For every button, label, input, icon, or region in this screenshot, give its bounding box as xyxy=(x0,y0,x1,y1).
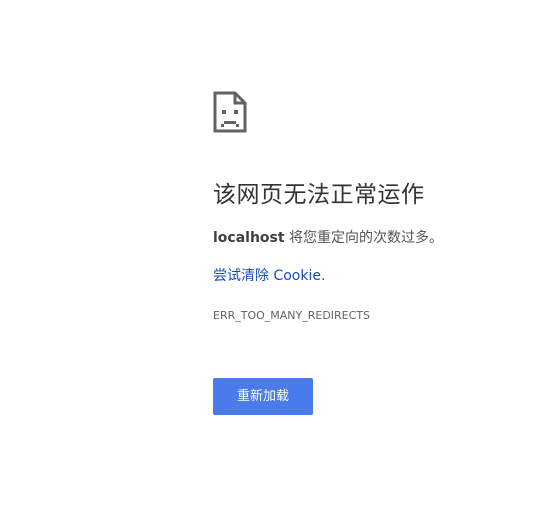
error-message: localhost 将您重定向的次数过多。 xyxy=(213,228,443,248)
error-message-text: 将您重定向的次数过多。 xyxy=(284,230,444,246)
error-page: 该网页无法正常运作 localhost 将您重定向的次数过多。 尝试清除 Coo… xyxy=(0,0,548,507)
error-title: 该网页无法正常运作 xyxy=(213,182,425,208)
sad-page-icon xyxy=(213,91,247,133)
reload-button[interactable]: 重新加载 xyxy=(213,378,313,415)
clear-cookies-link[interactable]: 尝试清除 Cookie. xyxy=(213,266,325,286)
error-host: localhost xyxy=(213,230,285,246)
error-code: ERR_TOO_MANY_REDIRECTS xyxy=(213,309,371,322)
